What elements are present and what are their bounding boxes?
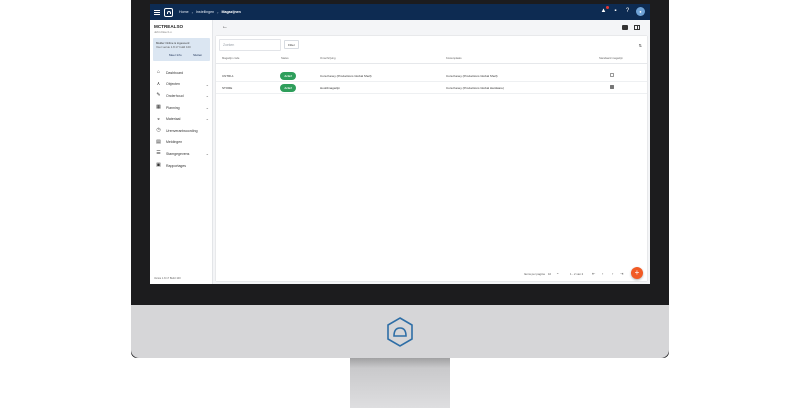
- clock-icon: ◷: [156, 127, 161, 134]
- warehouse-table-card: Filter ⇅ Magazijn code Status Omschrijvi…: [216, 36, 647, 281]
- page-toolbar: ←: [218, 22, 646, 36]
- topbar-actions: ▲ ▪ ? ●: [600, 6, 645, 16]
- sidebar-item-label: Onderhoud: [166, 93, 184, 98]
- sidebar-item-dashboard[interactable]: ⌂ Dashboard: [150, 67, 213, 79]
- sidebar-item-planning[interactable]: ▦ Planning ⌄: [150, 102, 213, 114]
- breadcrumb-instellingen[interactable]: Instellingen: [196, 10, 214, 14]
- pagination-range: 1 - 2 van 2: [570, 272, 584, 276]
- login-info-line2: Voor versie 1.8.17 build 100: [156, 45, 191, 49]
- app-logo-icon[interactable]: [164, 7, 173, 17]
- close-card-button[interactable]: Sluiten: [193, 53, 202, 57]
- cell-code: CNTRL1: [222, 74, 234, 78]
- chevron-down-icon: ⌄: [205, 93, 209, 99]
- chevron-down-icon: ⌄: [205, 104, 209, 110]
- chevron-down-icon: ⌄: [205, 116, 209, 122]
- columns-icon[interactable]: [634, 25, 640, 30]
- sidebar-item-label: Stamgegevens: [166, 151, 190, 156]
- table-header: Magazijn code Status Omschrijving Kosten…: [216, 56, 647, 64]
- chevron-down-icon: ⌄: [556, 270, 560, 275]
- sidebar-item-label: Urenverantwoording: [166, 128, 198, 133]
- wrench-icon: ✎: [156, 92, 161, 99]
- hamburger-menu-icon[interactable]: [154, 9, 160, 15]
- cell-description: Hoofdmagazijn: [320, 86, 341, 90]
- sidebar-item-label: Objecten: [166, 82, 181, 87]
- login-info-card: Mulder Online is ingevoerd Voor versie 1…: [153, 38, 210, 61]
- version-label: Versie 1.8.17 Build 100: [154, 277, 181, 280]
- sidebar-item-label: Dashboard: [166, 70, 184, 75]
- default-checkbox[interactable]: [610, 73, 614, 77]
- column-header-default[interactable]: Standaard magazijn: [599, 57, 623, 60]
- last-page-icon[interactable]: ⇥: [620, 271, 623, 276]
- breadcrumb-separator-icon: ›: [217, 9, 219, 15]
- sidebar-item-label: Rapportages: [166, 163, 187, 168]
- cell-cost-center: Cura Kaney (Productions Global Hardware): [446, 86, 504, 90]
- list-icon: ☰: [156, 150, 161, 157]
- chevron-down-icon: ⌄: [205, 81, 209, 87]
- calendar-icon: ▦: [156, 104, 161, 111]
- print-icon[interactable]: [622, 25, 628, 30]
- next-page-icon[interactable]: ›: [612, 271, 613, 276]
- chat-icon[interactable]: ▪: [612, 8, 619, 15]
- sort-icon[interactable]: ⇅: [639, 43, 642, 48]
- monitor-mockup: Home › Instellingen › Magazijnen ▲ ▪ ? ●…: [0, 0, 800, 408]
- sidebar-item-stamgegevens[interactable]: ☰ Stamgegevens ⌄: [150, 148, 213, 160]
- breadcrumb-home[interactable]: Home: [179, 10, 189, 14]
- sidebar-item-onderhoud[interactable]: ✎ Onderhoud ⌄: [150, 90, 213, 102]
- sidebar-item-rapportages[interactable]: ▣ Rapportages: [150, 160, 213, 172]
- monitor-stand-shadow: [350, 358, 450, 368]
- alert-icon[interactable]: ▲: [600, 6, 609, 15]
- notification-badge: [606, 6, 609, 9]
- search-input[interactable]: [220, 40, 280, 50]
- status-badge: Actief: [280, 84, 296, 92]
- top-bar: Home › Instellingen › Magazijnen ▲ ▪ ? ●: [150, 4, 650, 20]
- rows-per-page-label: Items per pagina: [524, 272, 545, 276]
- avatar[interactable]: ●: [636, 7, 645, 16]
- help-icon[interactable]: ?: [624, 8, 631, 15]
- more-info-button[interactable]: Meer Info: [169, 53, 182, 57]
- chevron-down-icon: ⌄: [205, 151, 209, 157]
- table-row[interactable]: STORE Actief Hoofdmagazijn Cura Kaney (P…: [216, 82, 647, 94]
- company-subtitle: John Doe b.v.: [154, 30, 173, 34]
- tree-icon: ⋏: [156, 80, 161, 87]
- sidebar-item-objecten[interactable]: ⋏ Objecten ⌄: [150, 79, 213, 91]
- column-header-code[interactable]: Magazijn code: [222, 57, 239, 60]
- status-badge: Actief: [280, 72, 296, 80]
- home-icon: ⌂: [156, 69, 161, 76]
- breadcrumb-separator-icon: ›: [191, 9, 193, 15]
- sidebar: MCTREALSO John Doe b.v. Mulder Online is…: [150, 20, 213, 284]
- add-warehouse-button[interactable]: +: [631, 267, 643, 279]
- sidebar-item-materiaal[interactable]: ◒ Materiaal ⌄: [150, 113, 213, 125]
- basket-icon: ◒: [156, 115, 161, 122]
- app-screen: Home › Instellingen › Magazijnen ▲ ▪ ? ●…: [150, 4, 650, 284]
- company-name: MCTREALSO: [154, 24, 184, 29]
- sidebar-item-label: Planning: [166, 105, 180, 110]
- sidebar-item-urenverantwoording[interactable]: ◷ Urenverantwoording: [150, 125, 213, 137]
- sidebar-item-label: Meldingen: [166, 140, 183, 145]
- brand-logo-icon: [387, 317, 413, 347]
- column-header-status[interactable]: Status: [281, 57, 289, 60]
- first-page-icon[interactable]: ⇤: [592, 271, 595, 276]
- sidebar-item-meldingen[interactable]: ▤ Meldingen: [150, 137, 213, 149]
- cell-code: STORE: [222, 86, 233, 90]
- rows-per-page-select[interactable]: 10: [548, 272, 551, 276]
- default-checkbox[interactable]: [610, 85, 614, 89]
- filter-button[interactable]: Filter: [284, 40, 299, 49]
- table-row[interactable]: CNTRL1 Actief Cura Kaney (Productions Gl…: [216, 70, 647, 82]
- prev-page-icon[interactable]: ‹: [602, 271, 603, 276]
- cell-description: Cura Kaney (Productions Global Shell): [320, 74, 372, 78]
- back-arrow-icon[interactable]: ←: [222, 24, 228, 30]
- breadcrumb-current: Magazijnen: [221, 10, 241, 14]
- sidebar-nav: ⌂ Dashboard ⋏ Objecten ⌄ ✎ Onderhoud ⌄ ▦…: [150, 67, 213, 171]
- column-header-description[interactable]: Omschrijving: [320, 57, 336, 60]
- table-pagination: Items per pagina 10 ⌄ 1 - 2 van 2 ⇤ ‹ › …: [216, 267, 647, 281]
- report-icon: ▣: [156, 162, 161, 169]
- cell-cost-center: Cura Kaney (Productions Global Shell): [446, 74, 498, 78]
- message-icon: ▤: [156, 138, 161, 145]
- column-header-cost-center[interactable]: Kostenplaats: [446, 57, 462, 60]
- search-field[interactable]: [219, 39, 281, 51]
- sidebar-item-label: Materiaal: [166, 117, 181, 122]
